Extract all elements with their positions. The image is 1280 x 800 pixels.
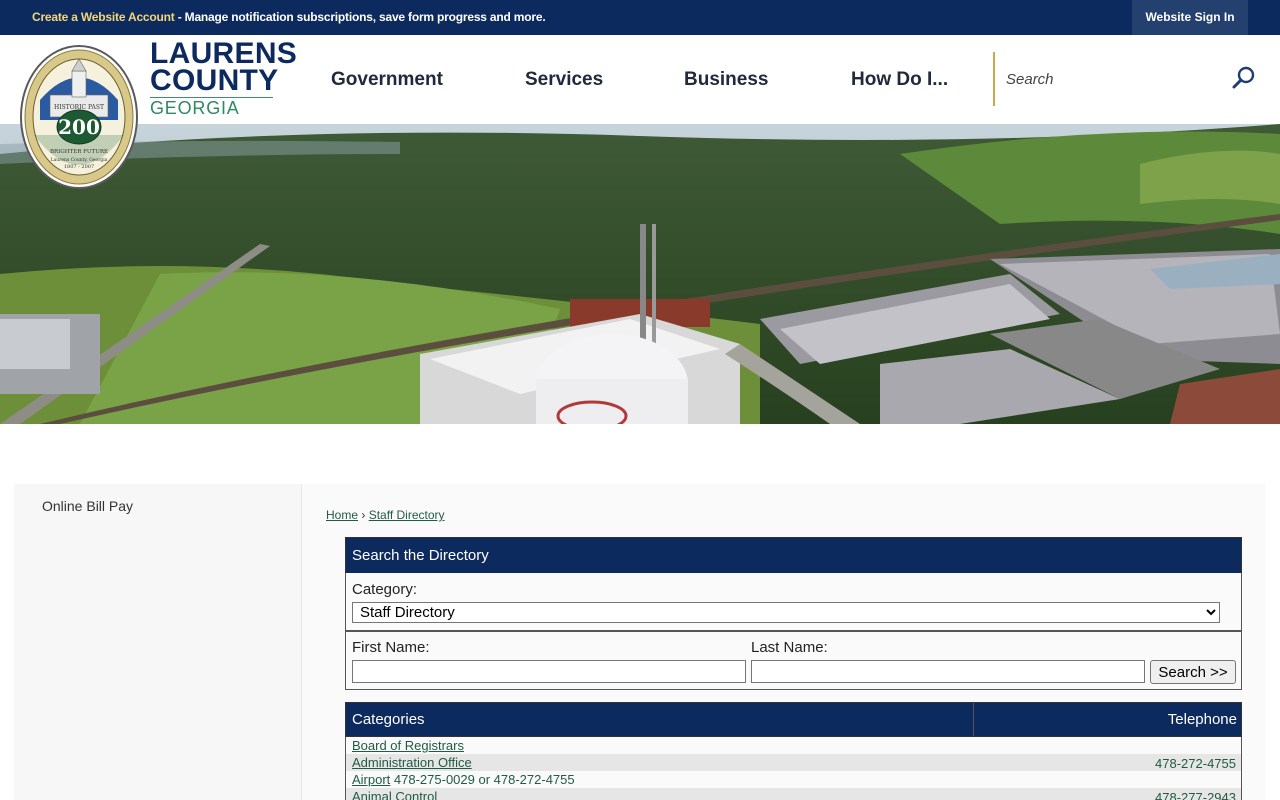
header-divider bbox=[973, 703, 974, 736]
category-name: Board of Registrars bbox=[352, 738, 464, 753]
account-message-text: - Manage notification subscriptions, sav… bbox=[174, 10, 546, 24]
sidebar bbox=[14, 484, 302, 800]
seal-county-text: Laurens County, Georgia bbox=[51, 157, 108, 163]
first-name-label: First Name: bbox=[352, 639, 430, 656]
table-row: Airport 478-275-0029 or 478-272-4755 bbox=[346, 771, 1241, 788]
category-name: Airport bbox=[352, 772, 391, 787]
directory-search-button[interactable]: Search >> bbox=[1150, 660, 1236, 684]
category-label: Category: bbox=[352, 581, 418, 598]
nav-government[interactable]: Government bbox=[331, 35, 443, 124]
table-row: Board of Registrars bbox=[346, 737, 1241, 754]
table-row: Animal Control 478-277-2943 bbox=[346, 788, 1241, 800]
utility-bar: Create a Website Account - Manage notifi… bbox=[0, 0, 1280, 35]
county-seal-logo[interactable]: 200 HISTORIC PAST BRIGHTER FUTURE Lauren… bbox=[20, 45, 138, 189]
brand-line-laurens: LAURENS bbox=[150, 37, 298, 70]
search-directory-title: Search the Directory bbox=[345, 537, 1242, 574]
category-phone: 478-277-2943 bbox=[1155, 790, 1236, 800]
seal-top-text: HISTORIC PAST bbox=[54, 104, 104, 111]
sign-in-button[interactable]: Website Sign In bbox=[1132, 0, 1248, 35]
breadcrumb-staff-directory[interactable]: Staff Directory bbox=[369, 508, 445, 522]
sidebar-item-online-bill-pay[interactable]: Online Bill Pay bbox=[42, 498, 133, 514]
search-button[interactable] bbox=[1230, 64, 1258, 92]
categories-table-body: Board of Registrars Administration Offic… bbox=[345, 737, 1242, 800]
category-phone: 478-272-4755 bbox=[1155, 756, 1236, 771]
create-account-link[interactable]: Create a Website Account bbox=[32, 10, 175, 24]
brand-line-county: COUNTY bbox=[150, 64, 279, 97]
category-select[interactable]: Staff Directory bbox=[352, 602, 1220, 623]
category-link[interactable]: Board of Registrars bbox=[352, 738, 464, 753]
breadcrumb-separator: › bbox=[361, 508, 366, 522]
search-divider bbox=[993, 52, 995, 106]
breadcrumb: Home › Staff Directory bbox=[326, 508, 445, 522]
categories-column-header: Categories bbox=[352, 711, 425, 728]
category-name: Animal Control bbox=[352, 789, 438, 800]
table-row: Administration Office 478-272-4755 bbox=[346, 754, 1241, 771]
brand-line-georgia: GEORGIA bbox=[150, 98, 240, 118]
breadcrumb-home[interactable]: Home bbox=[326, 508, 358, 522]
telephone-column-header: Telephone bbox=[1167, 711, 1237, 728]
county-wordmark[interactable]: LAURENS COUNTY GEORGIA bbox=[150, 37, 298, 118]
site-search-input[interactable] bbox=[1006, 68, 1221, 90]
category-link[interactable]: Animal Control bbox=[352, 789, 437, 800]
seal-bottom-text: BRIGHTER FUTURE bbox=[50, 149, 108, 155]
seal-center-text: 200 bbox=[58, 115, 100, 139]
nav-business[interactable]: Business bbox=[684, 35, 768, 124]
category-cell: Airport 478-275-0029 or 478-272-4755 bbox=[352, 772, 575, 787]
first-name-input[interactable] bbox=[352, 660, 746, 683]
nav-services[interactable]: Services bbox=[525, 35, 603, 124]
category-extra-phone: 478-275-0029 or 478-272-4755 bbox=[390, 772, 575, 787]
category-name: Administration Office bbox=[352, 755, 472, 770]
hero-banner-image bbox=[0, 124, 1280, 424]
category-link[interactable]: Administration Office bbox=[352, 755, 472, 770]
aerial-landscape-image bbox=[0, 124, 1280, 424]
county-seal-icon: 200 HISTORIC PAST BRIGHTER FUTURE Lauren… bbox=[20, 45, 138, 189]
seal-years-text: 1807 - 2007 bbox=[64, 164, 94, 170]
last-name-input[interactable] bbox=[751, 660, 1145, 683]
search-icon bbox=[1232, 66, 1255, 89]
last-name-label: Last Name: bbox=[751, 639, 828, 656]
categories-table-header: Categories Telephone bbox=[345, 702, 1242, 737]
category-link[interactable]: Airport bbox=[352, 772, 390, 787]
account-message: Create a Website Account - Manage notifi… bbox=[32, 10, 546, 24]
nav-how-do-i[interactable]: How Do I... bbox=[851, 35, 948, 124]
